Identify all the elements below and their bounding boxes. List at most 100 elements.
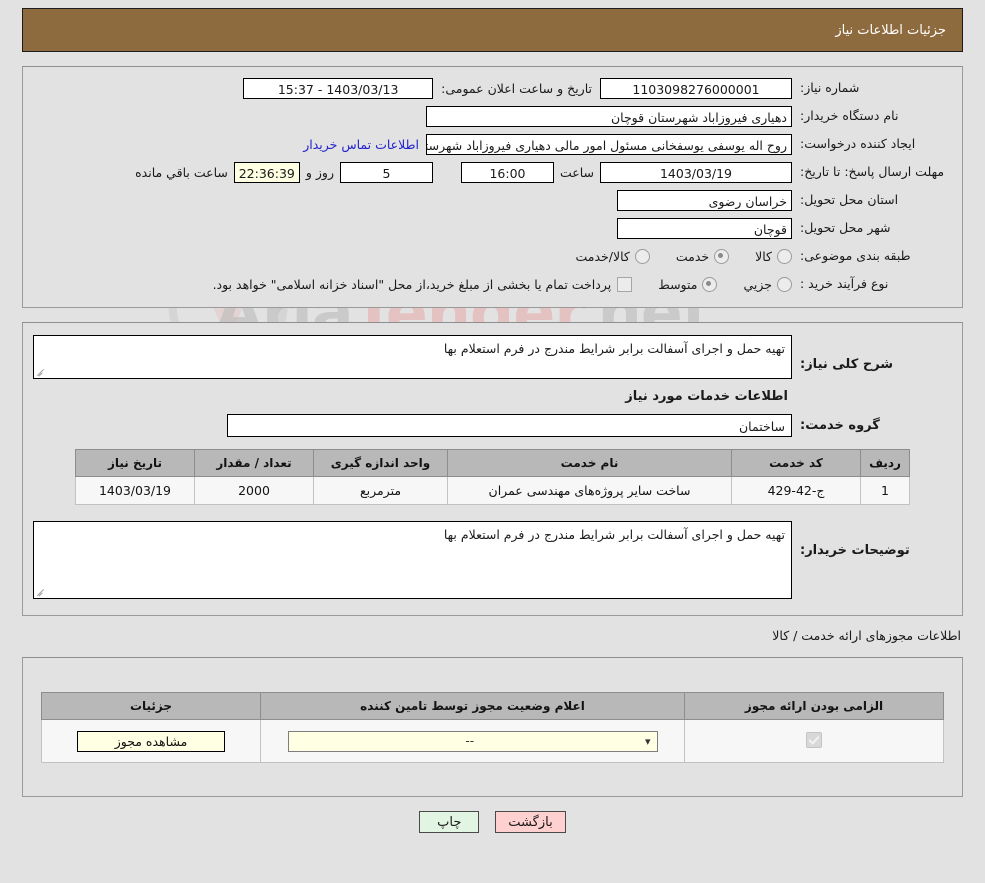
radio-group-subject-category: کالا خدمت کالا/خدمت	[549, 248, 792, 264]
label-hours-remaining: ساعت باقي مانده	[135, 164, 228, 180]
treasury-note: پرداخت تمام یا بخشی از مبلغ خرید،از محل …	[212, 276, 633, 292]
back-button[interactable]: بازگشت	[495, 811, 566, 833]
page-title: جزئیات اطلاعات نیاز	[835, 22, 946, 38]
radio-circle-icon[interactable]	[714, 248, 730, 264]
field-deadline-date[interactable]: 1403/03/19	[600, 161, 792, 183]
label-days-remaining: روز و	[305, 164, 334, 180]
need-details-panel: شرح کلی نیاز: تهیه حمل و اجرای آسفالت بر…	[22, 322, 963, 616]
services-table-header-row: ردیف کد خدمت نام خدمت واحد اندازه گیری ت…	[75, 449, 910, 477]
radio-category-goods[interactable]: کالا	[755, 248, 792, 264]
field-days-remaining[interactable]: 5	[339, 161, 433, 183]
col-service-name: نام خدمت	[447, 449, 732, 477]
field-delivery-city[interactable]: قوچان	[617, 217, 792, 239]
radio-circle-icon[interactable]	[702, 276, 718, 292]
row-subject-category: طبقه بندی موضوعی: کالا خدمت کالا/خدمت	[33, 245, 952, 267]
row-purchase-process: نوع فرآیند خرید : جزیي متوسط پرداخت تمام…	[33, 273, 952, 295]
cell-unit: مترمربع	[313, 476, 448, 505]
label-buyer-notes: توضیحات خریدار:	[800, 543, 910, 558]
radio-category-goods-service[interactable]: کالا/خدمت	[575, 248, 650, 264]
label-need-number: شماره نیاز:	[800, 79, 860, 95]
row-service-group: گروه خدمت: ساختمان	[33, 414, 952, 437]
field-announce-datetime[interactable]: 1403/03/13 - 15:37	[243, 77, 434, 99]
row-delivery-province: استان محل تحویل: خراسان رضوی	[33, 189, 952, 211]
row-need-number: شماره نیاز: 1103098276000001 تاریخ و ساع…	[33, 77, 952, 99]
row-buyer-org: نام دستگاه خریدار: دهیاری فیروزاباد شهرس…	[33, 105, 952, 127]
resize-handle-icon[interactable]	[36, 587, 46, 597]
cell-service-code: ج-42-429	[731, 476, 861, 505]
field-countdown-clock: 22:36:39	[233, 161, 300, 183]
license-status-value: --	[465, 734, 475, 748]
field-buyer-org[interactable]: دهیاری فیروزاباد شهرستان قوچان	[426, 105, 792, 127]
label-deadline-time: ساعت	[559, 164, 594, 180]
treasury-note-text: پرداخت تمام یا بخشی از مبلغ خرید،از محل …	[212, 276, 612, 292]
licenses-table-wrap: الزامی بودن ارائه مجوز اعلام وضعیت مجوز …	[41, 692, 944, 763]
table-row: ▾ -- مشاهده مجوز	[41, 719, 944, 763]
radio-process-minor-label: جزیي	[743, 276, 772, 292]
row-buyer-notes: توضیحات خریدار: تهیه حمل و اجرای آسفالت …	[33, 521, 952, 599]
row-delivery-city: شهر محل تحویل: قوچان	[33, 217, 952, 239]
radio-process-medium[interactable]: متوسط	[658, 276, 718, 292]
field-need-number[interactable]: 1103098276000001	[600, 77, 792, 99]
label-need-overview: شرح کلی نیاز:	[800, 357, 894, 372]
label-delivery-province: استان محل تحویل:	[800, 191, 899, 207]
radio-circle-icon[interactable]	[777, 248, 792, 264]
treasury-checkbox[interactable]	[617, 276, 633, 292]
row-request-creator: ایجاد کننده درخواست: روح اله یوسفی یوسفخ…	[33, 133, 952, 155]
services-table-wrap: ردیف کد خدمت نام خدمت واحد اندازه گیری ت…	[75, 449, 910, 511]
field-need-overview[interactable]: تهیه حمل و اجرای آسفالت برابر شرایط مندر…	[33, 335, 792, 379]
col-service-code: کد خدمت	[731, 449, 861, 477]
label-response-deadline: مهلت ارسال پاسخ: تا تاریخ:	[800, 163, 945, 179]
licenses-section-label: اطلاعات مجوزهای ارائه خدمت / کالا	[772, 628, 961, 643]
radio-circle-icon[interactable]	[634, 248, 650, 264]
licenses-table: الزامی بودن ارائه مجوز اعلام وضعیت مجوز …	[41, 692, 944, 763]
label-request-creator: ایجاد کننده درخواست:	[800, 135, 916, 151]
field-request-creator[interactable]: روح اله یوسفی یوسفخانی مسئول امور مالی د…	[426, 133, 792, 155]
row-response-deadline: مهلت ارسال پاسخ: تا تاریخ: 1403/03/19 سا…	[33, 161, 952, 183]
cell-need-date: 1403/03/19	[75, 476, 195, 505]
buyer-notes-text: تهیه حمل و اجرای آسفالت برابر شرایط مندر…	[443, 527, 785, 542]
radio-category-goods-label: کالا	[755, 248, 772, 264]
cell-row-number: 1	[860, 476, 910, 505]
field-delivery-province[interactable]: خراسان رضوی	[617, 189, 792, 211]
services-section-title: اطلاعات خدمات مورد نیاز	[625, 389, 788, 404]
col-need-date: تاریخ نیاز	[75, 449, 195, 477]
page-header-bar: جزئیات اطلاعات نیاز	[22, 8, 963, 52]
view-license-button[interactable]: مشاهده مجوز	[77, 730, 225, 752]
licenses-table-header-row: الزامی بودن ارائه مجوز اعلام وضعیت مجوز …	[41, 692, 944, 720]
label-delivery-city: شهر محل تحویل:	[800, 219, 891, 235]
radio-process-medium-label: متوسط	[658, 276, 698, 292]
label-service-group: گروه خدمت:	[800, 418, 880, 433]
col-unit: واحد اندازه گیری	[313, 449, 448, 477]
license-status-select[interactable]: ▾ --	[287, 730, 658, 752]
label-purchase-process: نوع فرآیند خرید :	[800, 275, 889, 291]
label-buyer-org: نام دستگاه خریدار:	[800, 107, 899, 123]
col-row-number: ردیف	[860, 449, 910, 477]
col-license-status: اعلام وضعیت مجوز توسط تامین کننده	[260, 692, 685, 720]
radio-group-purchase-process: جزیي متوسط	[632, 276, 792, 292]
radio-category-goods-service-label: کالا/خدمت	[575, 248, 630, 264]
cell-service-name: ساخت سایر پروژه‌های مهندسی عمران	[447, 476, 732, 505]
row-need-overview: شرح کلی نیاز: تهیه حمل و اجرای آسفالت بر…	[33, 335, 952, 379]
label-subject-category: طبقه بندی موضوعی:	[800, 247, 911, 263]
field-deadline-time[interactable]: 16:00	[460, 161, 554, 183]
resize-handle-icon[interactable]	[36, 367, 46, 377]
page-root: جزئیات اطلاعات نیاز شماره نیاز: 11030982…	[0, 8, 985, 833]
field-service-group[interactable]: ساختمان	[227, 414, 792, 437]
cell-quantity: 2000	[194, 476, 314, 505]
licenses-panel: الزامی بودن ارائه مجوز اعلام وضعیت مجوز …	[22, 657, 963, 797]
services-table: ردیف کد خدمت نام خدمت واحد اندازه گیری ت…	[75, 449, 910, 505]
chevron-down-icon: ▾	[644, 734, 651, 748]
table-row: 1 ج-42-429 ساخت سایر پروژه‌های مهندسی عم…	[75, 476, 910, 505]
cell-license-details: مشاهده مجوز	[41, 719, 261, 763]
radio-circle-icon[interactable]	[777, 276, 792, 292]
buyer-contact-link[interactable]: اطلاعات تماس خریدار	[303, 137, 419, 152]
need-overview-text: تهیه حمل و اجرای آسفالت برابر شرایط مندر…	[443, 341, 785, 356]
field-buyer-notes[interactable]: تهیه حمل و اجرای آسفالت برابر شرایط مندر…	[33, 521, 792, 599]
col-license-details: جزئیات	[41, 692, 261, 720]
radio-category-service[interactable]: خدمت	[676, 248, 730, 264]
license-required-checkbox	[806, 731, 822, 748]
radio-process-minor[interactable]: جزیي	[743, 276, 792, 292]
cell-license-required	[684, 719, 944, 763]
cell-license-status: ▾ --	[260, 719, 685, 763]
print-button[interactable]: چاپ	[419, 811, 480, 833]
